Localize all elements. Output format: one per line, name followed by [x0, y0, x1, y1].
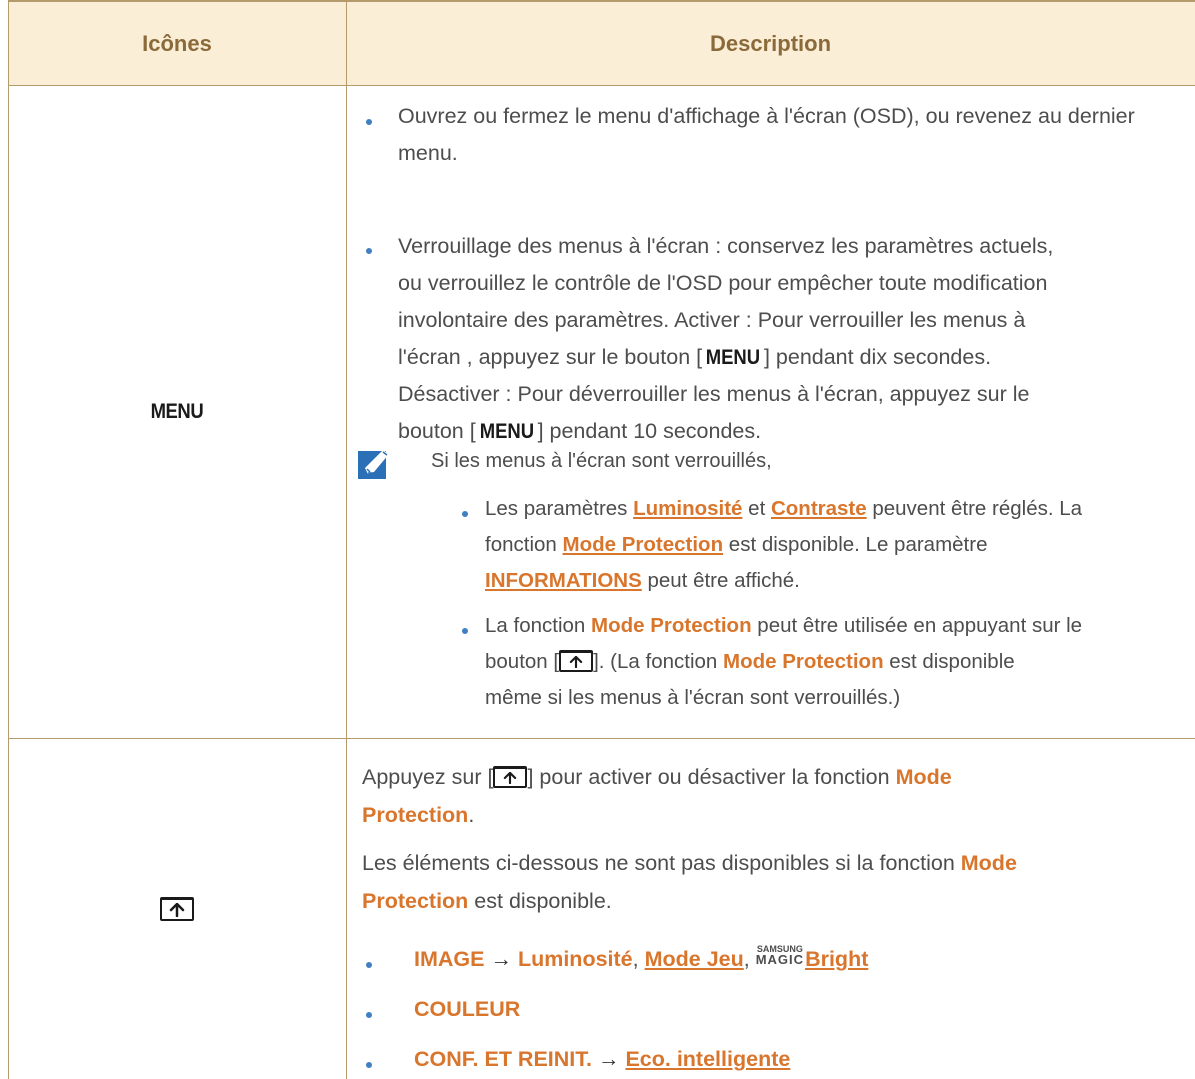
- row2-paragraph1: Appuyez sur [] pour activer ou désactive…: [362, 765, 952, 827]
- menu-key: MENU: [705, 346, 761, 369]
- column-divider: [346, 0, 347, 1079]
- protection-button-icon: [160, 897, 194, 921]
- link-mode-protection[interactable]: Mode Protection: [563, 533, 724, 556]
- link-bright[interactable]: Bright: [805, 947, 868, 971]
- samsung-magic-logo: SAMSUNG MAGIC: [755, 944, 805, 967]
- link-contraste[interactable]: Contraste: [771, 497, 867, 520]
- link-eco-intelligente[interactable]: Eco. intelligente: [625, 1047, 790, 1071]
- protection-button-icon: [493, 766, 528, 788]
- bullet-dot: [366, 1012, 372, 1018]
- bullet-dot: [366, 248, 372, 254]
- bullet-dot: [366, 1062, 372, 1068]
- menu-key-label: MENU: [150, 400, 204, 423]
- list-item-conf: CONF. ET REINIT. → Eco. intelligente: [414, 1047, 791, 1071]
- header-description: Description: [709, 31, 832, 56]
- bullet-dot: [366, 119, 372, 125]
- bullet-dot: [462, 628, 468, 634]
- note-pencil-icon: [358, 450, 389, 479]
- row1-bullet2: Verrouillage des menus à l'écran : conse…: [398, 228, 1195, 450]
- row2-paragraph2: Les éléments ci-dessous ne sont pas disp…: [362, 851, 1017, 913]
- note-sub1: Les paramètres Luminosité et Contraste p…: [485, 497, 1083, 592]
- row2-icon-cell: [8, 739, 346, 1079]
- list-item-image: IMAGE → Luminosité, Mode Jeu, SAMSUNG MAG…: [414, 944, 869, 972]
- table-header-row: Icônes Description: [8, 0, 1195, 86]
- note-intro: Si les menus à l'écran sont verrouillés,: [431, 450, 772, 472]
- header-icons: Icônes: [142, 31, 212, 56]
- note-sub2: La fonction Mode Protection peut être ut…: [485, 614, 1083, 709]
- protection-button-icon: [559, 650, 594, 672]
- row1-bullet1: Ouvrez ou fermez le menu d'affichage à l…: [398, 104, 1135, 165]
- link-luminosite[interactable]: Luminosité: [633, 497, 742, 520]
- list-item-couleur: COULEUR: [414, 997, 521, 1021]
- bullet-dot: [366, 962, 372, 968]
- link-mode-jeu[interactable]: Mode Jeu: [645, 947, 744, 971]
- bullet-dot: [462, 511, 468, 517]
- row1-icon-cell: MENU: [8, 86, 346, 738]
- link-informations[interactable]: INFORMATIONS: [485, 569, 642, 592]
